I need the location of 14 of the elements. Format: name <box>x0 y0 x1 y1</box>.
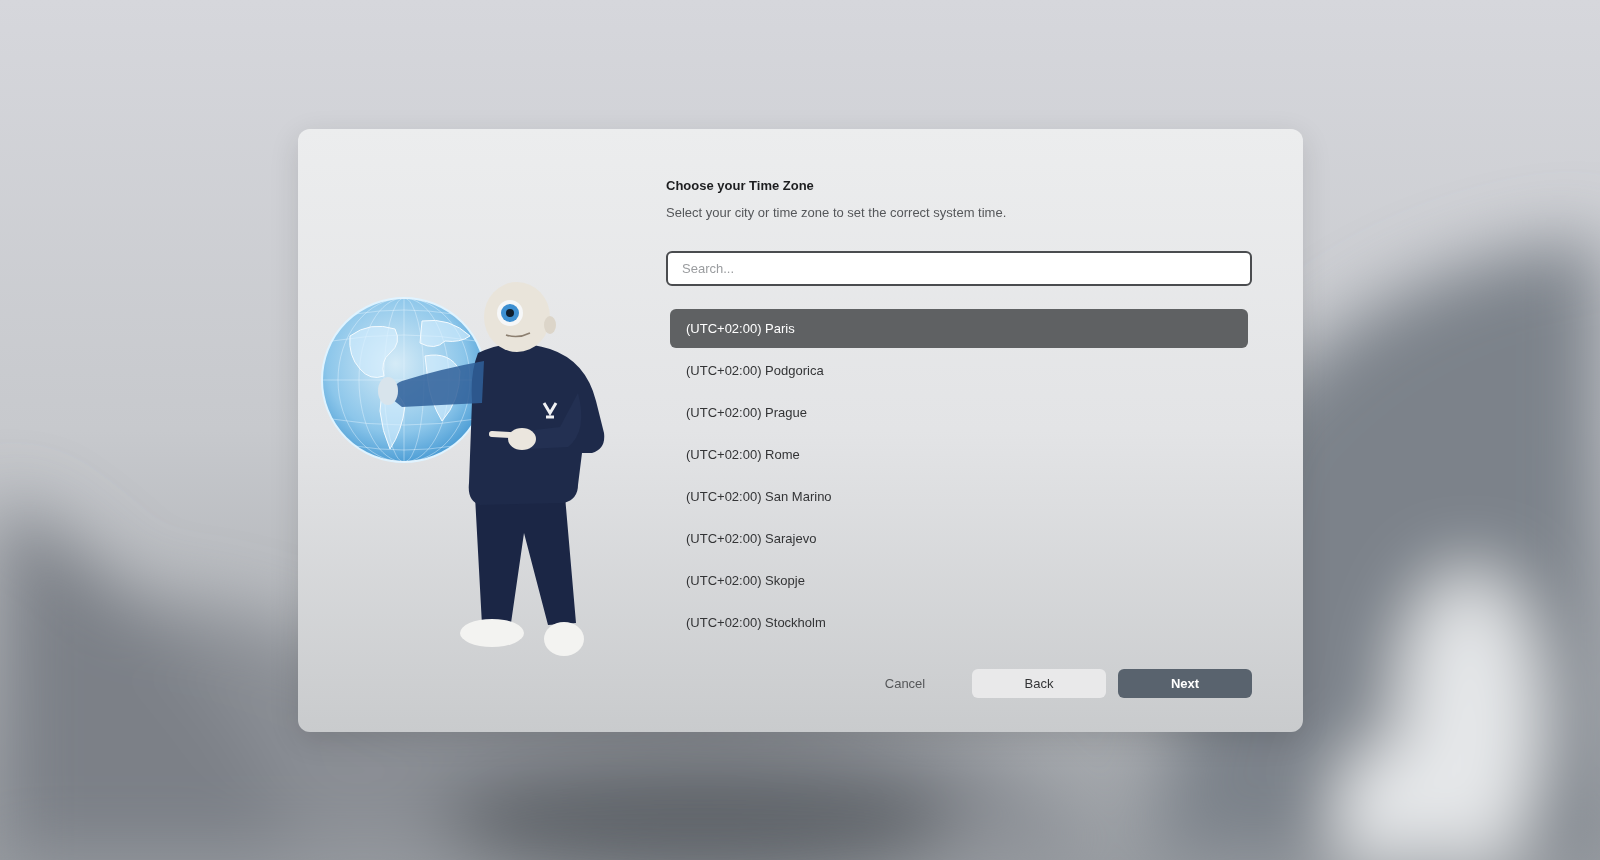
time-zone-item[interactable]: (UTC+02:00) San Marino <box>670 477 1248 516</box>
time-zone-item[interactable]: (UTC+02:00) Rome <box>670 435 1248 474</box>
time-zone-item[interactable]: (UTC+02:00) Paris <box>670 309 1248 348</box>
time-zone-item[interactable]: (UTC+02:00) Sarajevo <box>670 519 1248 558</box>
time-zone-item[interactable]: (UTC+02:00) Skopje <box>670 561 1248 600</box>
time-zone-item[interactable]: (UTC+02:00) Prague <box>670 393 1248 432</box>
next-button[interactable]: Next <box>1118 669 1252 698</box>
time-zone-item[interactable]: (UTC+02:00) Podgorica <box>670 351 1248 390</box>
dialog-subtitle: Select your city or time zone to set the correct system time. <box>666 204 1008 222</box>
search-field[interactable]: Search... <box>666 251 1252 286</box>
back-button[interactable]: Back <box>972 669 1106 698</box>
cancel-button[interactable]: Cancel <box>850 669 960 698</box>
time-zone-item[interactable]: (UTC+02:00) Stockholm <box>670 603 1248 642</box>
dialog-title: Choose your Time Zone <box>666 178 815 194</box>
